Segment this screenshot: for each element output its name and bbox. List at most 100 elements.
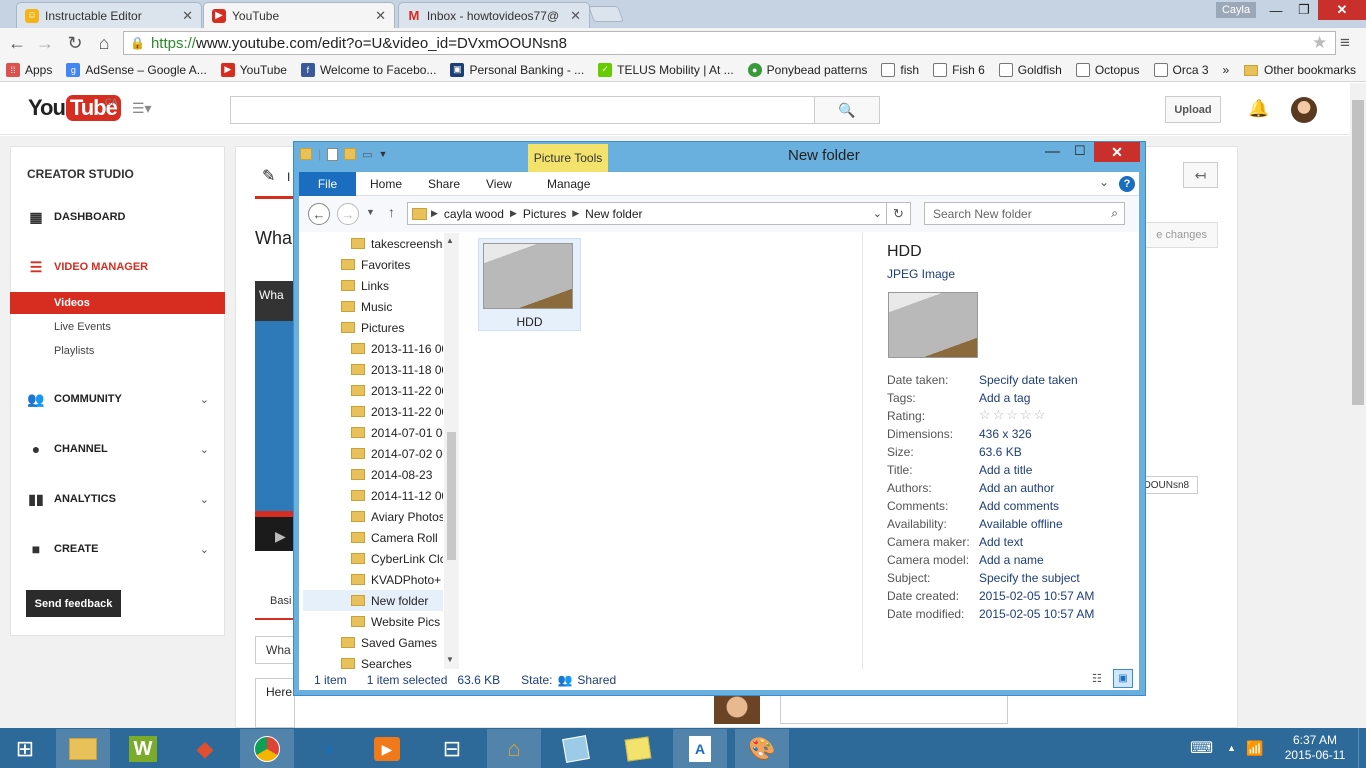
address-bar[interactable]: 🔒 https:// www.youtube.com/edit?o=U&vide… [123,31,1336,55]
breadcrumb-item[interactable]: cayla wood [444,207,504,221]
detail-value[interactable]: Add a name [979,553,1044,567]
detail-value[interactable]: 2015-02-05 10:57 AM [979,589,1094,603]
file-explorer-taskbar-icon[interactable] [56,729,110,768]
bookmark-adsense[interactable]: g AdSense – Google A... [66,62,207,77]
tab-gmail-inbox[interactable]: M Inbox - howtovideos77@ ✕ [398,2,590,28]
nav-pane-item[interactable]: Saved Games [303,632,443,653]
sidebar-item-video-manager[interactable]: ☰ VIDEO MANAGER [10,255,225,279]
nav-pane-item[interactable]: Favorites [303,254,443,275]
profile-chip[interactable]: Cayla [1216,2,1256,18]
new-tab-button[interactable] [588,6,624,22]
search-input[interactable] [230,96,815,124]
bookmark-facebook[interactable]: f Welcome to Facebo... [300,62,436,77]
nav-pane-item[interactable]: New folder [303,590,443,611]
help-icon[interactable]: ? [1119,176,1135,192]
nav-pane-item[interactable]: takescreensho [303,233,443,254]
taskbar-clock[interactable]: 6:37 AM 2015-06-11 [1280,733,1350,763]
chevron-down-icon[interactable]: ⌄ [1099,175,1109,189]
detail-value[interactable]: Add an author [979,481,1054,495]
nav-pane-item[interactable]: 2014-07-01 00 [303,422,443,443]
window-close-button[interactable]: ✕ [1318,0,1366,20]
chevron-down-icon[interactable]: ▼ [379,149,388,159]
folder-icon[interactable] [300,148,312,160]
sidebar-item-create[interactable]: ■ CREATE ⌄ [10,537,225,561]
tab-manage[interactable]: Manage [547,172,590,196]
send-feedback-button[interactable]: Send feedback [26,590,121,617]
nav-pane-item[interactable]: 2013-11-16 00 [303,338,443,359]
sidebar-item-dashboard[interactable]: ▦ DASHBOARD [10,205,225,229]
maximize-icon[interactable]: ❐ [1290,0,1318,20]
forward-arrow-icon[interactable]: → [337,203,359,225]
nav-pane-item[interactable]: 2014-11-12 00 [303,485,443,506]
nav-pane-item[interactable]: Camera Roll [303,527,443,548]
chrome-taskbar-icon[interactable] [240,729,294,768]
reload-icon[interactable]: ↻ [64,33,86,53]
maximize-icon[interactable]: ☐ [1074,143,1086,159]
scrollbar-thumb[interactable] [1352,100,1364,405]
paint-taskbar-icon[interactable]: 🎨 [735,729,789,768]
up-arrow-icon[interactable]: ↑ [388,204,395,220]
detail-value[interactable]: Add comments [979,499,1059,513]
sidebar-item-playlists[interactable]: Playlists [10,340,225,362]
properties-icon[interactable] [327,147,339,161]
nav-pane-item[interactable]: CyberLink Clc [303,548,443,569]
details-view-icon[interactable]: ☷ [1092,672,1102,685]
details-pane-divider[interactable] [862,233,863,669]
nav-pane-item[interactable]: Music [303,296,443,317]
sidebar-item-live-events[interactable]: Live Events [10,316,225,338]
tab-instructable-editor[interactable]: ☺ Instructable Editor ✕ [16,2,202,28]
chevron-down-icon[interactable]: ⌄ [873,207,882,220]
recent-locations-icon[interactable]: ▼ [366,207,375,217]
sticky-notes-taskbar-icon[interactable] [611,729,665,768]
nav-pane-item[interactable]: Pictures [303,317,443,338]
paint-app-taskbar-icon[interactable]: ◆ [178,729,232,768]
tab-home[interactable]: Home [370,172,402,196]
back-arrow-icon[interactable]: ← [6,33,28,53]
home-icon[interactable]: ⌂ [93,33,115,53]
sidebar-item-channel[interactable]: ● CHANNEL ⌄ [10,437,225,461]
nav-pane-item[interactable]: 2013-11-22 00 [303,401,443,422]
notifications-bell-icon[interactable]: 🔔 [1248,99,1269,119]
search-button[interactable]: 🔍 [814,96,880,124]
detail-value[interactable]: 436 x 326 [979,427,1032,441]
nav-pane-item[interactable]: Website Pics [303,611,443,632]
tab-youtube[interactable]: ▶ YouTube ✕ [203,2,395,28]
bookmark-octopus[interactable]: Octopus [1075,62,1140,77]
close-icon[interactable]: ✕ [182,8,193,24]
window-close-button[interactable]: ✕ [1094,142,1140,162]
nav-pane-item[interactable]: KVADPhoto+ [303,569,443,590]
info-tab-peek[interactable]: I [287,170,290,184]
movie-maker-taskbar-icon[interactable]: ⊟ [425,729,479,768]
breadcrumb-item[interactable]: Pictures [523,207,566,221]
new-folder-icon[interactable] [344,148,357,160]
video-preview[interactable] [255,281,293,551]
bookmark-fish-6[interactable]: Fish 6 [933,62,985,77]
play-icon[interactable]: ▶ [275,528,286,545]
tab-basic-info[interactable]: Basi [270,595,291,607]
windows-start-icon[interactable]: ⊞ [0,729,50,768]
avatar[interactable] [1291,97,1317,123]
bookmark-banking[interactable]: ▣ Personal Banking - ... [450,62,584,77]
forward-arrow-icon[interactable]: → [34,33,56,53]
refresh-icon[interactable]: ↻ [886,202,911,225]
nav-pane-item[interactable]: 2014-08-23 [303,464,443,485]
title-input[interactable]: Wha [255,636,295,664]
wordpad-taskbar-icon[interactable]: A [673,729,727,768]
network-icon[interactable]: 📶 [1246,740,1263,757]
bookmark-goldfish[interactable]: Goldfish [998,62,1062,77]
upload-button[interactable]: Upload [1165,96,1221,123]
bookmark-telus[interactable]: ✓ TELUS Mobility | At ... [598,62,734,77]
nav-pane-item[interactable]: 2013-11-18 00 [303,359,443,380]
other-bookmarks[interactable]: Other bookmarks [1244,58,1356,82]
minimize-icon[interactable]: — [1262,0,1290,20]
detail-value[interactable]: Add a title [979,463,1032,477]
large-icons-view-icon[interactable]: ▣ [1113,669,1133,688]
wordweb-taskbar-icon[interactable]: W [116,729,170,768]
notes-taskbar-icon[interactable] [549,729,603,768]
tab-file[interactable]: File [299,172,356,196]
bookmark-youtube[interactable]: ▶ YouTube [220,62,287,77]
detail-value[interactable]: Specify the subject [979,571,1080,585]
description-input[interactable]: Here [255,678,295,728]
sidebar-item-videos[interactable]: Videos [10,292,225,314]
minimize-icon[interactable]: — [1045,143,1060,160]
